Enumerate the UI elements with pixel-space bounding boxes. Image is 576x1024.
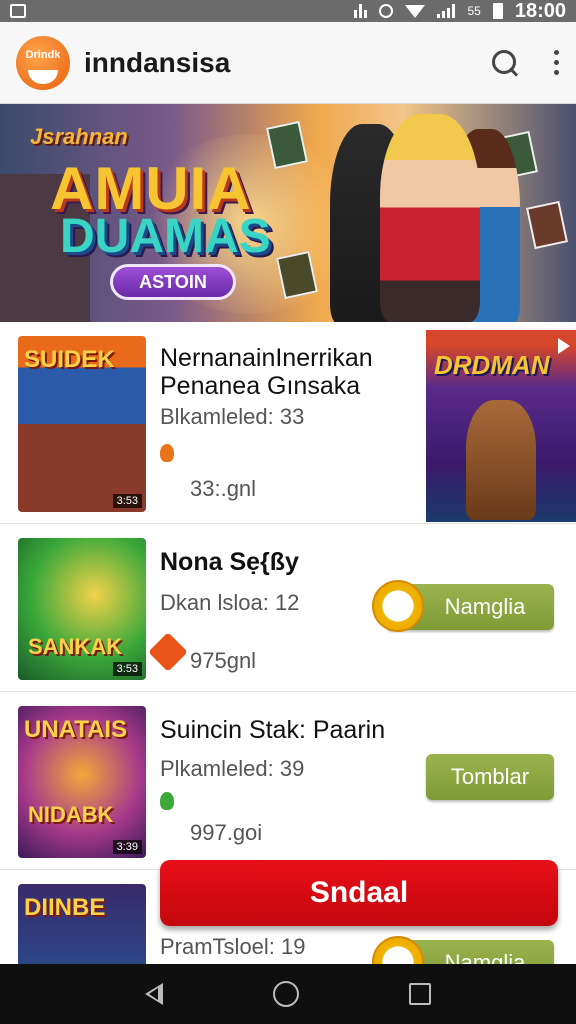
thumbnail-badge: 3:53 [112, 662, 142, 676]
primary-action-button[interactable]: Sndaal [160, 860, 558, 926]
featured-side-card[interactable]: DRDMAN [426, 330, 576, 522]
banner-card-art [526, 200, 568, 250]
clock: 18:00 [514, 0, 566, 22]
game-meta: PramTsloel: 19 [160, 934, 306, 959]
game-title[interactable]: NernanainInerrikan Penanea Gınsaka [160, 344, 410, 400]
game-thumbnail[interactable]: DIINBE [18, 884, 146, 974]
status-bar: 55 18:00 [0, 0, 576, 22]
game-thumbnail[interactable]: UNATAIS NIDABK 3:39 [18, 706, 146, 858]
thumbnail-title: SANKAK [28, 634, 123, 659]
thumbnail-badge: 3:53 [112, 494, 142, 508]
logo-text: Drindk [25, 48, 61, 61]
game-size: 975gnl [190, 648, 257, 673]
vibrate-icon [354, 4, 368, 18]
game-thumbnail[interactable]: SUIDEK 3:53 [18, 336, 146, 512]
more-vert-icon[interactable] [552, 50, 560, 75]
get-button[interactable]: Tomblar [426, 754, 554, 800]
get-button[interactable]: Namglia [372, 580, 554, 632]
banner-title-line2: DUAMAS [60, 210, 271, 263]
list-item[interactable]: UNATAIS NIDABK 3:39 Suincin Stak: Paarin… [0, 692, 576, 870]
banner-action-button[interactable]: ASTOIN [110, 264, 236, 300]
get-button-label: Namglia [444, 594, 526, 619]
battery-icon [492, 3, 503, 19]
alarm-icon [379, 4, 394, 18]
game-meta: Blkamleled: 33 [160, 404, 305, 429]
featured-banner[interactable]: Jsrahnan AMUIA DUAMAS ASTOIN [0, 104, 576, 322]
thumbnail-subtitle: NIDABK [28, 802, 114, 827]
notification-icon [10, 4, 26, 18]
banner-character [380, 114, 480, 322]
thumbnail-title: SUIDEK [24, 346, 115, 373]
battery-percent: 55 [467, 4, 481, 18]
category-icon [160, 792, 174, 810]
game-meta: Dkan lsloa: 12 [160, 590, 300, 615]
system-nav-bar [0, 964, 576, 1024]
brush-icon [372, 580, 424, 632]
game-meta: Plkamleled: 39 [160, 756, 305, 781]
list-item[interactable]: SUIDEK 3:53 NernanainInerrikan Penanea G… [0, 322, 576, 524]
app-bar: Drindk inndansisa [0, 22, 576, 104]
play-icon[interactable] [558, 338, 570, 354]
app-logo: Drindk [16, 35, 70, 90]
game-size: 33:.gnl [190, 476, 257, 501]
back-icon[interactable] [145, 983, 163, 1005]
thumbnail-title: UNATAIS [24, 716, 128, 743]
get-button-label: Tomblar [450, 764, 530, 789]
app-title: inndansisa [84, 46, 231, 78]
home-icon[interactable] [273, 981, 299, 1007]
banner-supertitle: Jsrahnan [30, 124, 128, 149]
side-card-title: DRDMAN [434, 350, 550, 380]
list-item[interactable]: SANKAK 3:53 Nona Sẹ{ßy Dkan lsloa: 12 97… [0, 524, 576, 692]
search-icon[interactable] [490, 48, 520, 78]
thumbnail-badge: 3:39 [112, 840, 142, 854]
thumbnail-title: DIINBE [24, 894, 106, 921]
recents-icon[interactable] [409, 983, 431, 1005]
category-icon [160, 444, 174, 462]
banner-card-art [266, 120, 308, 170]
cell-signal-icon [437, 4, 456, 18]
wifi-icon [405, 4, 426, 18]
game-title[interactable]: Suincin Stak: Paarin [160, 716, 385, 744]
category-icon [148, 632, 188, 672]
game-title[interactable]: Nona Sẹ{ßy [160, 548, 299, 576]
game-size: 997.goi [190, 820, 263, 845]
game-thumbnail[interactable]: SANKAK 3:53 [18, 538, 146, 680]
side-card-character [466, 400, 536, 520]
